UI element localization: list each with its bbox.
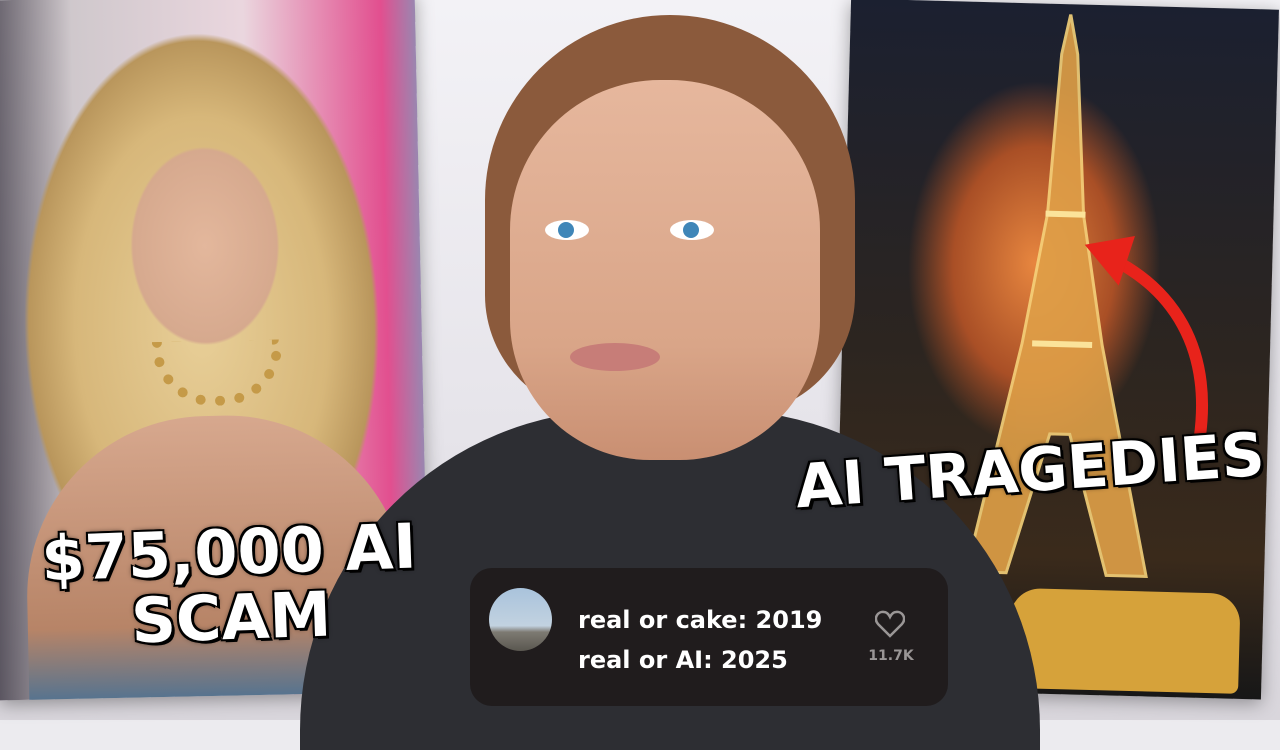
taxi-car	[1008, 587, 1241, 694]
lips	[570, 343, 660, 371]
left-eye	[545, 220, 589, 240]
face	[510, 80, 820, 460]
comment-text-line-1: real or cake: 2019	[578, 606, 823, 634]
right-eye	[670, 220, 714, 240]
heart-icon[interactable]	[875, 610, 905, 638]
red-arrow-icon	[1084, 236, 1209, 444]
necklace	[151, 339, 284, 408]
comment-card: real or cake: 2019 real or AI: 2025 11.7…	[470, 568, 948, 706]
like-count: 11.7K	[868, 648, 914, 664]
avatar	[489, 588, 552, 651]
comment-text-line-2: real or AI: 2025	[578, 646, 788, 674]
left-caption: $75,000 AI SCAM	[40, 509, 418, 658]
